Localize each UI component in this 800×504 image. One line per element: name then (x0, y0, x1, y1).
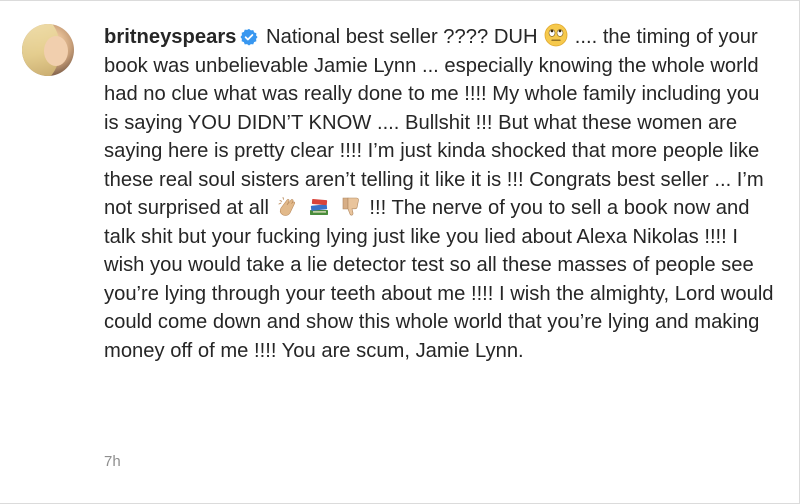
comment-panel: britneyspears National best seller ???? … (0, 0, 800, 504)
comment-text-part-2: .... the timing of your book was unbelie… (104, 26, 764, 219)
verified-badge-icon (240, 28, 258, 46)
face-with-rolling-eyes-emoji (544, 23, 568, 47)
avatar[interactable] (22, 24, 74, 76)
comment-text-part-1: National best seller ???? DUH (266, 26, 538, 48)
clapping-hands-emoji (278, 197, 295, 216)
avatar-face (44, 36, 68, 66)
comment-text-part-3: !!! The nerve of you to sell a book now … (104, 197, 774, 362)
comment-body: britneyspears National best seller ???? … (104, 23, 774, 365)
books-emoji (310, 198, 329, 215)
username-link[interactable]: britneyspears (104, 26, 236, 48)
comment-timestamp[interactable]: 7h (104, 453, 121, 470)
thumbs-down-emoji (342, 197, 359, 216)
